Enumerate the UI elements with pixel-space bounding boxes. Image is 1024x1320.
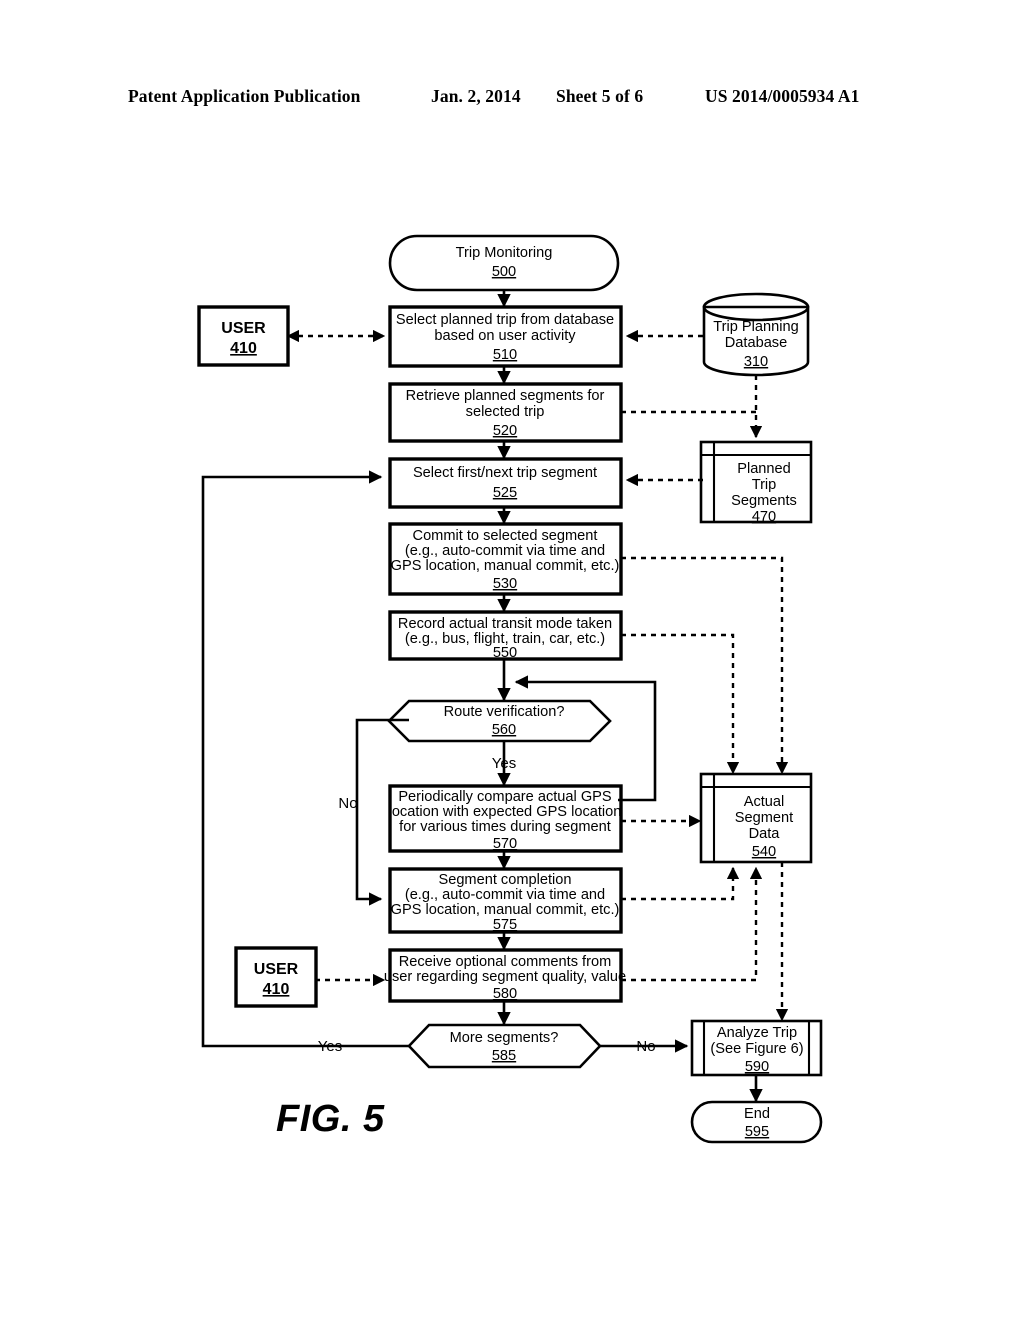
- planned-segments-line3: Segments: [731, 493, 797, 509]
- retrieve-ref: 520: [493, 423, 517, 439]
- node-user-bottom[interactable]: USER 410: [234, 946, 318, 1008]
- node-trip-planning-database[interactable]: Trip Planning Database 310: [702, 292, 810, 377]
- user-top-label: USER: [221, 320, 266, 337]
- trip-db-line2: Database: [725, 335, 787, 351]
- edge-label-more-no: No: [636, 1038, 655, 1055]
- edge-record-to-actual-data: [621, 633, 740, 775]
- user-bottom-label: USER: [254, 961, 299, 978]
- select-segment-ref: 525: [493, 485, 517, 501]
- actual-data-line1: Actual: [744, 794, 785, 810]
- node-select-trip-segment[interactable]: Select first/next trip segment 525: [388, 457, 623, 509]
- edge-comments-to-actual-data: [621, 866, 763, 982]
- actual-data-ref: 540: [752, 844, 776, 860]
- node-actual-segment-data[interactable]: Actual Segment Data 540: [699, 772, 813, 864]
- node-record-transit-mode[interactable]: Record actual transit mode taken (e.g., …: [388, 610, 623, 661]
- actual-data-line2: Segment: [735, 810, 793, 826]
- commit-line1: Commit to selected segment: [413, 528, 598, 544]
- node-analyze-trip[interactable]: Analyze Trip (See Figure 6) 590: [690, 1019, 823, 1077]
- analyze-trip-line1: Analyze Trip: [717, 1025, 797, 1041]
- actual-data-line3: Data: [749, 826, 781, 842]
- edge-label-route-yes: Yes: [492, 755, 516, 772]
- select-segment-line1: Select first/next trip segment: [413, 465, 597, 481]
- analyze-trip-line2: (See Figure 6): [710, 1041, 803, 1057]
- node-receive-comments[interactable]: Receive optional comments from user rega…: [384, 948, 626, 1003]
- compare-gps-line3: for various times during segment: [399, 819, 611, 835]
- start-ref: 500: [492, 264, 516, 280]
- route-verification-line1: Route verification?: [444, 704, 565, 720]
- select-trip-line1: Select planned trip from database: [396, 312, 614, 328]
- planned-segments-line1: Planned: [737, 461, 791, 477]
- edge-label-route-no: No: [338, 795, 357, 812]
- more-segments-line1: More segments?: [450, 1030, 559, 1046]
- select-trip-ref: 510: [493, 347, 517, 363]
- trip-db-ref: 310: [744, 354, 768, 370]
- compare-gps-ref: 570: [493, 836, 517, 852]
- trip-db-line1: Trip Planning: [713, 319, 798, 335]
- record-line1: Record actual transit mode taken: [398, 616, 612, 632]
- node-user-top[interactable]: USER 410: [197, 305, 290, 367]
- node-planned-trip-segments[interactable]: Planned Trip Segments 470: [699, 440, 813, 525]
- receive-comments-line1: Receive optional comments from: [399, 954, 612, 970]
- node-end-terminator[interactable]: End 595: [690, 1100, 823, 1144]
- segment-completion-line1: Segment completion: [438, 872, 571, 888]
- route-verification-ref: 560: [492, 722, 516, 738]
- node-commit-to-segment[interactable]: Commit to selected segment (e.g., auto-c…: [388, 522, 623, 596]
- user-top-ref: 410: [230, 340, 257, 357]
- edge-segment-completion-to-actual-data: [621, 866, 740, 901]
- receive-comments-ref: 580: [493, 986, 517, 1002]
- record-ref: 550: [493, 645, 517, 661]
- start-label: Trip Monitoring: [456, 245, 553, 261]
- retrieve-line2: selected trip: [466, 404, 545, 420]
- edge-label-more-yes: Yes: [318, 1038, 342, 1055]
- planned-segments-ref: 470: [752, 509, 776, 525]
- select-trip-line2: based on user activity: [434, 328, 576, 344]
- end-label: End: [744, 1106, 770, 1122]
- compare-gps-line1: Periodically compare actual GPS: [398, 789, 612, 805]
- node-retrieve-planned-segments[interactable]: Retrieve planned segments for selected t…: [388, 382, 623, 443]
- more-segments-ref: 585: [492, 1048, 516, 1064]
- node-select-planned-trip[interactable]: Select planned trip from database based …: [388, 305, 623, 368]
- retrieve-line1: Retrieve planned segments for: [406, 388, 605, 404]
- patent-figure-page: Patent Application Publication Jan. 2, 2…: [0, 0, 1024, 1320]
- segment-completion-line2: (e.g., auto-commit via time and: [405, 887, 605, 903]
- node-trip-monitoring-start[interactable]: Trip Monitoring 500: [388, 234, 620, 292]
- edge-commit-to-actual-data: [621, 556, 789, 775]
- edge-more-segments-yes-loop: [201, 470, 409, 1048]
- commit-line2: (e.g., auto-commit via time and: [405, 543, 605, 559]
- node-compare-gps-location[interactable]: Periodically compare actual GPS location…: [388, 784, 623, 853]
- analyze-trip-ref: 590: [745, 1059, 769, 1075]
- segment-completion-line3: GPS location, manual commit, etc.): [391, 902, 620, 918]
- end-ref: 595: [745, 1124, 769, 1140]
- segment-completion-ref: 575: [493, 917, 517, 933]
- commit-line3: GPS location, manual commit, etc.): [391, 558, 620, 574]
- node-segment-completion[interactable]: Segment completion (e.g., auto-commit vi…: [388, 867, 623, 934]
- user-bottom-ref: 410: [263, 981, 290, 998]
- planned-segments-line2: Trip: [752, 477, 777, 493]
- receive-comments-line2: user regarding segment quality, value: [384, 969, 626, 985]
- commit-ref: 530: [493, 576, 517, 592]
- compare-gps-line2: location with expected GPS location: [389, 804, 622, 820]
- flowchart-diagram: Trip Monitoring 500 USER 410 Select plan…: [197, 234, 823, 1144]
